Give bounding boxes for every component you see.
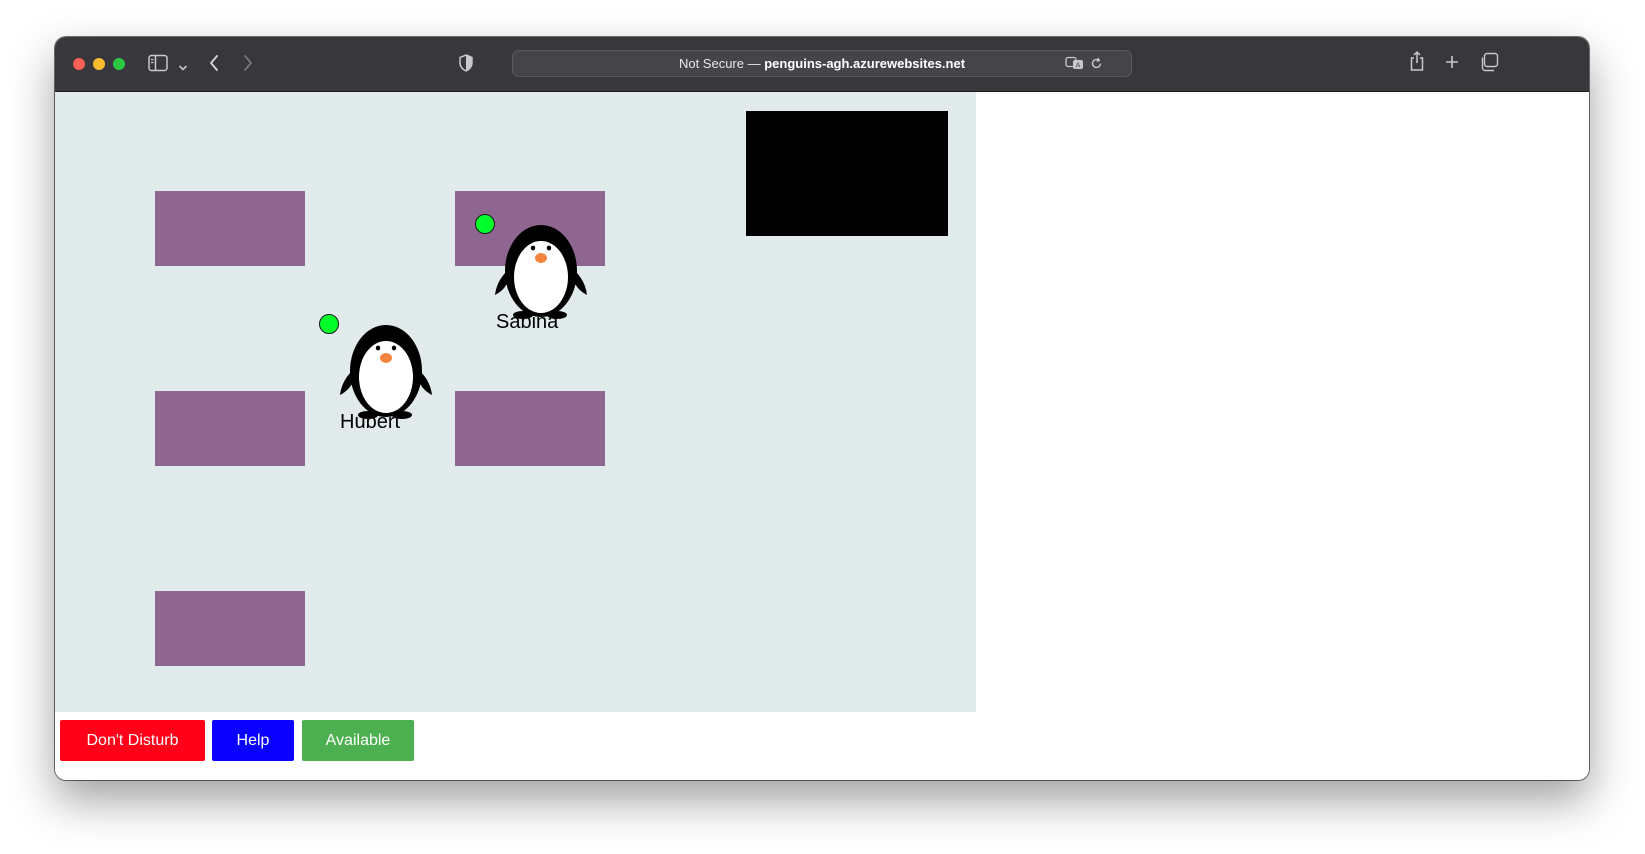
zoom-window-button[interactable]	[113, 58, 125, 70]
hubert-status-dot	[319, 314, 339, 334]
address-bar[interactable]: Not Secure — penguins-agh.azurewebsites.…	[512, 50, 1132, 77]
sidebar-toggle-icon[interactable]	[148, 54, 168, 77]
address-security-label: Not Secure —	[678, 56, 765, 71]
desk[interactable]	[155, 591, 305, 666]
office-floor: Hubert Sabina	[55, 92, 976, 712]
privacy-shield-icon[interactable]	[458, 53, 474, 78]
address-host: penguins-agh.azurewebsites.net	[764, 56, 966, 71]
sabina-penguin-avatar[interactable]	[493, 221, 589, 321]
desk[interactable]	[455, 391, 605, 466]
address-text: Not Secure — penguins-agh.azurewebsites.…	[512, 56, 1132, 71]
new-tab-icon[interactable]	[1444, 54, 1460, 75]
dont-disturb-button[interactable]: Don't Disturb	[60, 720, 205, 761]
browser-window: Not Secure — penguins-agh.azurewebsites.…	[55, 37, 1589, 780]
help-button[interactable]: Help	[212, 720, 294, 761]
page-content: Hubert Sabina Don't Disturb Help Availab…	[55, 92, 1589, 780]
minimize-window-button[interactable]	[93, 58, 105, 70]
desk[interactable]	[155, 391, 305, 466]
back-icon[interactable]	[208, 53, 220, 78]
svg-text:A: A	[1076, 62, 1081, 70]
shared-screen[interactable]	[746, 111, 948, 236]
close-window-button[interactable]	[73, 58, 85, 70]
reload-icon[interactable]	[1090, 57, 1103, 75]
translate-icon[interactable]: A	[1065, 56, 1085, 75]
available-button[interactable]: Available	[302, 720, 414, 761]
browser-toolbar: Not Secure — penguins-agh.azurewebsites.…	[55, 37, 1589, 92]
tab-overview-icon[interactable]	[1479, 52, 1499, 77]
hubert-name-label: Hubert	[340, 411, 401, 433]
chevron-down-icon[interactable]	[178, 59, 188, 77]
share-icon[interactable]	[1409, 50, 1425, 77]
desk[interactable]	[155, 191, 305, 266]
sabina-status-dot	[475, 214, 495, 234]
hubert-penguin-avatar[interactable]	[338, 321, 434, 421]
forward-icon[interactable]	[242, 53, 254, 78]
sabina-name-label: Sabina	[496, 311, 559, 333]
